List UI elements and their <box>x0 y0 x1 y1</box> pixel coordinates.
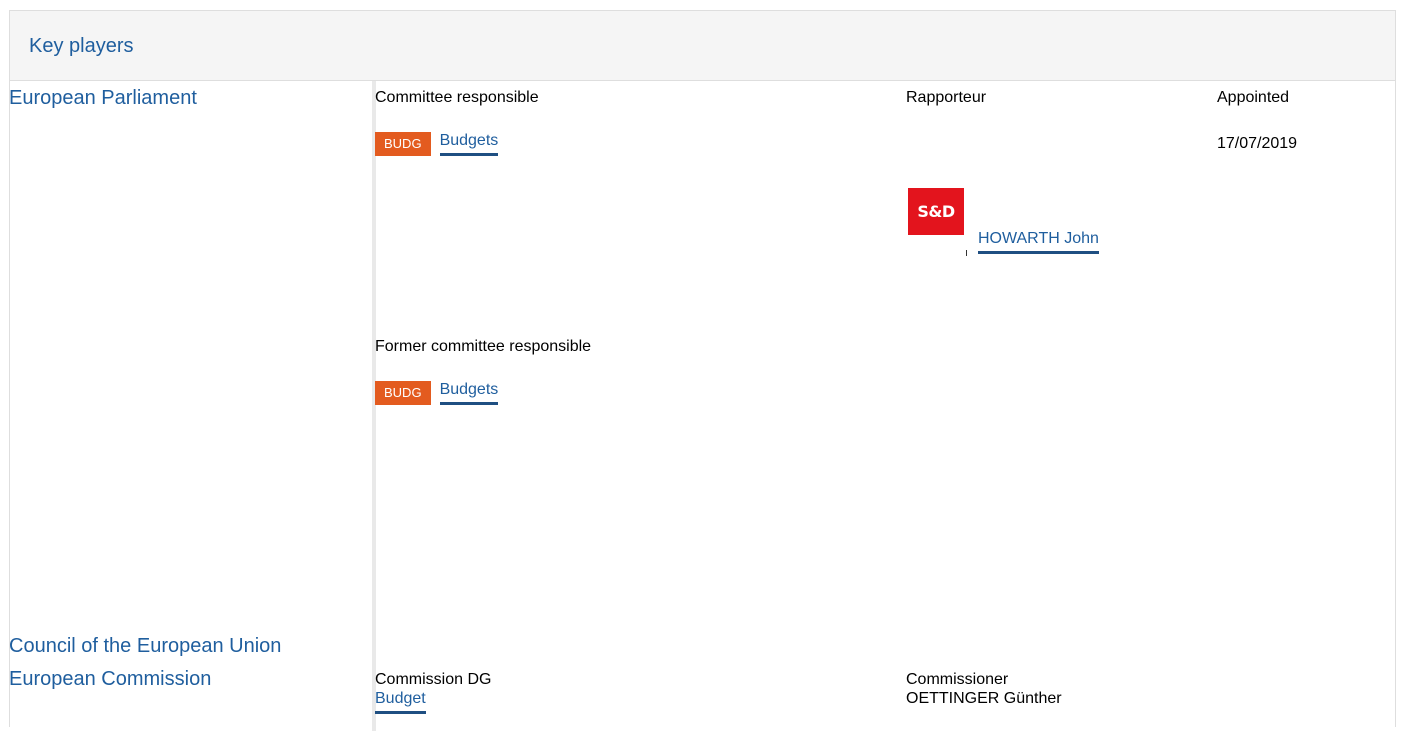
logo-tick-mark <box>966 250 967 256</box>
political-group-logo: S&D <box>908 188 964 235</box>
header-rapporteur: Rapporteur <box>906 89 987 106</box>
former-committee-entry: BUDG Budgets <box>375 381 499 405</box>
header-appointed: Appointed <box>1217 89 1290 106</box>
committee-link-budgets[interactable]: Budgets <box>439 132 499 156</box>
key-players-panel: Key players <box>9 10 1396 731</box>
committee-responsible-entry: BUDG Budgets <box>375 132 499 156</box>
institution-council: Council of the European Union <box>9 635 282 657</box>
commissioner-name: OETTINGER Günther <box>906 690 1062 707</box>
former-committee-label: Former committee responsible <box>375 338 592 355</box>
rapporteur-link[interactable]: HOWARTH John <box>978 230 1099 254</box>
institution-european-parliament: European Parliament <box>9 87 197 109</box>
header-committee-responsible: Committee responsible <box>375 89 539 106</box>
former-committee-badge: BUDG <box>375 381 431 405</box>
header-commissioner: Commissioner <box>906 671 1009 688</box>
institution-european-commission: European Commission <box>9 668 212 690</box>
commission-dg-link[interactable]: Budget <box>375 690 426 714</box>
appointed-date: 17/07/2019 <box>1217 135 1298 152</box>
column-divider <box>372 81 376 731</box>
panel-header: Key players <box>10 11 1395 81</box>
former-committee-link-budgets[interactable]: Budgets <box>439 381 499 405</box>
header-commission-dg: Commission DG <box>375 671 492 688</box>
committee-badge: BUDG <box>375 132 431 156</box>
panel-title: Key players <box>29 35 134 57</box>
